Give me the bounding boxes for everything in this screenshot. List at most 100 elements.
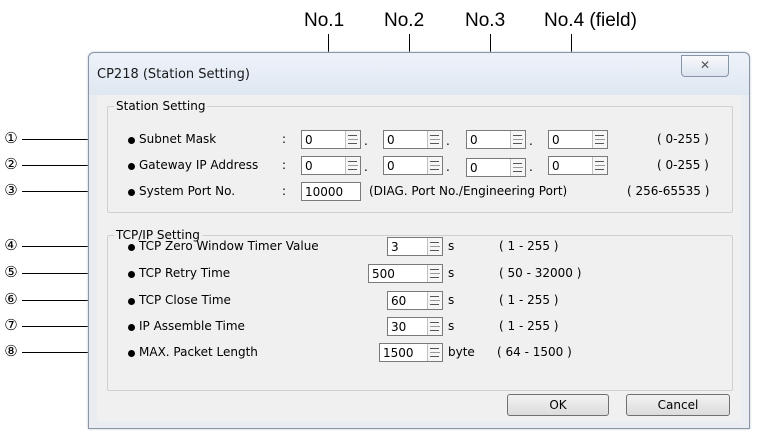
tcpip-setting-group: [107, 235, 733, 391]
tcp-close-time-label: TCP Close Time: [139, 293, 231, 307]
spin-arrows-icon[interactable]: [592, 131, 607, 148]
subnet-octet-4-spinner[interactable]: 0: [548, 130, 608, 149]
gateway-octet-1-value: 0: [305, 159, 313, 173]
spin-arrows-icon[interactable]: [345, 157, 360, 174]
octet-dot: .: [446, 134, 450, 148]
system-port-note: (DIAG. Port No./Engineering Port): [369, 184, 568, 198]
subnet-octet-3-spinner[interactable]: 0: [466, 130, 526, 149]
callout-3: ③: [4, 181, 18, 199]
tcp-zero-window-value: 3: [391, 240, 399, 254]
gateway-range: ( 0-255 ): [657, 158, 709, 172]
max-packet-length-spinner[interactable]: 1500: [379, 343, 443, 362]
callout-6: ⑥: [4, 290, 18, 308]
system-port-value: 10000: [305, 185, 344, 199]
dialog-title: CP218 (Station Setting): [97, 67, 250, 82]
gateway-octet-4-value: 0: [552, 159, 560, 173]
station-setting-dialog: CP218 (Station Setting) ✕ Station Settin…: [88, 52, 750, 429]
callout-7: ⑦: [4, 316, 18, 334]
close-button[interactable]: ✕: [681, 55, 729, 77]
spin-arrows-icon[interactable]: [345, 131, 360, 148]
gateway-octet-2-spinner[interactable]: 0: [383, 156, 443, 175]
callout-dot-4: [128, 244, 135, 251]
tcp-retry-time-label: TCP Retry Time: [139, 266, 231, 280]
column-header-no2: No.2: [384, 10, 425, 31]
octet-dot: .: [529, 134, 533, 148]
callout-2: ②: [4, 155, 18, 173]
callout-dot-2: [128, 163, 135, 170]
tcp-retry-time-unit: s: [448, 266, 455, 280]
column-header-no4-field: No.4 (field): [544, 10, 637, 31]
gateway-octet-1-spinner[interactable]: 0: [301, 156, 361, 175]
ip-assemble-time-value: 30: [391, 320, 407, 334]
tcp-retry-time-range: ( 50 - 32000 ): [499, 266, 582, 280]
subnet-octet-4-value: 0: [552, 133, 560, 147]
subnet-octet-2-spinner[interactable]: 0: [383, 130, 443, 149]
ip-assemble-time-spinner[interactable]: 30: [387, 317, 443, 336]
subnet-octet-2-value: 0: [387, 133, 395, 147]
subnet-range: ( 0-255 ): [657, 132, 709, 146]
callout-dot-3: [128, 189, 135, 196]
spin-arrows-icon[interactable]: [427, 318, 442, 335]
callout-dot-1: [128, 137, 135, 144]
spin-arrows-icon[interactable]: [427, 265, 442, 282]
tcp-zero-window-label: TCP Zero Window Timer Value: [139, 239, 319, 253]
callout-5: ⑤: [4, 263, 18, 281]
ip-assemble-time-label: IP Assemble Time: [139, 319, 245, 333]
subnet-octet-1-value: 0: [305, 133, 313, 147]
tcp-retry-time-spinner[interactable]: 500: [368, 264, 443, 283]
spin-arrows-icon[interactable]: [427, 238, 442, 255]
spin-arrows-icon[interactable]: [427, 292, 442, 309]
spin-arrows-icon[interactable]: [427, 157, 442, 174]
tcp-zero-window-unit: s: [448, 239, 455, 253]
subnet-mask-label: Subnet Mask: [139, 132, 217, 146]
gateway-ip-colon: :: [282, 158, 287, 172]
system-port-range: ( 256-65535 ): [627, 184, 710, 198]
octet-dot: .: [446, 160, 450, 174]
subnet-mask-colon: :: [282, 132, 287, 146]
tcp-zero-window-range: ( 1 - 255 ): [499, 239, 559, 253]
column-header-no3: No.3: [465, 10, 506, 31]
max-packet-length-label: MAX. Packet Length: [139, 345, 258, 359]
system-port-input[interactable]: 10000: [301, 182, 361, 201]
subnet-octet-3-value: 0: [470, 133, 478, 147]
system-port-colon: :: [282, 184, 287, 198]
tcp-zero-window-spinner[interactable]: 3: [387, 237, 443, 256]
ip-assemble-time-range: ( 1 - 255 ): [499, 319, 559, 333]
callout-dot-7: [128, 324, 135, 331]
column-header-no1: No.1: [304, 10, 345, 31]
spin-arrows-icon[interactable]: [427, 131, 442, 148]
gateway-octet-2-value: 0: [387, 159, 395, 173]
tcp-retry-time-value: 500: [372, 267, 395, 281]
max-packet-length-range: ( 64 - 1500 ): [497, 345, 572, 359]
ip-assemble-time-unit: s: [448, 319, 455, 333]
spin-arrows-icon[interactable]: [510, 159, 525, 176]
spin-arrows-icon[interactable]: [592, 157, 607, 174]
callout-dot-6: [128, 298, 135, 305]
callout-dot-8: [128, 350, 135, 357]
max-packet-length-value: 1500: [383, 346, 414, 360]
system-port-label: System Port No.: [139, 184, 236, 198]
subnet-octet-1-spinner[interactable]: 0: [301, 130, 361, 149]
dialog-client-area: Station Setting Subnet Mask : 0 . 0 . 0 …: [97, 95, 741, 421]
gateway-ip-label: Gateway IP Address: [139, 158, 259, 172]
station-setting-legend: Station Setting: [114, 99, 208, 113]
tcp-close-time-unit: s: [448, 293, 455, 307]
cancel-button[interactable]: Cancel: [626, 394, 730, 416]
tcp-close-time-value: 60: [391, 294, 407, 308]
callout-8: ⑧: [4, 342, 18, 360]
callout-1: ①: [4, 129, 18, 147]
title-bar: CP218 (Station Setting) ✕: [89, 53, 749, 95]
gateway-octet-3-value: 0: [470, 161, 478, 175]
ok-button[interactable]: OK: [507, 394, 609, 416]
octet-dot: .: [364, 160, 368, 174]
spin-arrows-icon[interactable]: [427, 344, 442, 361]
spin-arrows-icon[interactable]: [510, 131, 525, 148]
octet-dot: .: [529, 160, 533, 174]
max-packet-length-unit: byte: [448, 345, 475, 359]
callout-dot-5: [128, 271, 135, 278]
gateway-octet-4-spinner[interactable]: 0: [548, 156, 608, 175]
callout-4: ④: [4, 236, 18, 254]
tcp-close-time-range: ( 1 - 255 ): [499, 293, 559, 307]
tcp-close-time-spinner[interactable]: 60: [387, 291, 443, 310]
gateway-octet-3-spinner[interactable]: 0: [466, 158, 526, 177]
